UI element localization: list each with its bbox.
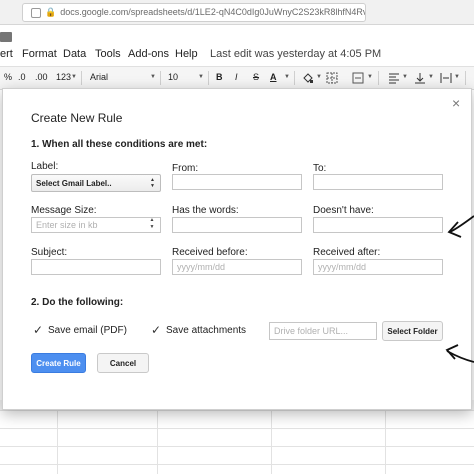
drive-folder-url-input[interactable] bbox=[269, 322, 377, 340]
received-before-label: Received before: bbox=[172, 247, 248, 258]
actions-heading: 2. Do the following: bbox=[31, 297, 124, 308]
browser-address-bar: 🔒 docs.google.com/spreadsheets/d/1LE2-qN4… bbox=[0, 0, 474, 25]
chevron-down-icon: ▼ bbox=[428, 74, 434, 80]
chevron-down-icon: ▼ bbox=[284, 74, 290, 80]
grid-line bbox=[57, 400, 58, 474]
font-family-select[interactable]: Arial bbox=[90, 72, 108, 82]
grid-line bbox=[271, 400, 272, 474]
align-left-icon[interactable] bbox=[388, 72, 400, 84]
menu-tools[interactable]: Tools bbox=[95, 48, 121, 60]
italic-button[interactable]: I bbox=[235, 72, 238, 82]
create-rule-button[interactable]: Create Rule bbox=[31, 353, 86, 373]
font-size-select[interactable]: 10 bbox=[168, 72, 178, 82]
lock-icon: 🔒 bbox=[45, 7, 57, 17]
save-email-checkbox[interactable]: ✓ bbox=[33, 323, 43, 337]
received-after-input[interactable] bbox=[313, 259, 443, 275]
last-edit-status[interactable]: Last edit was yesterday at 4:05 PM bbox=[210, 48, 381, 60]
toolbar-divider bbox=[81, 71, 82, 85]
grid-line bbox=[0, 464, 474, 465]
has-words-label: Has the words: bbox=[172, 205, 239, 216]
doesnt-have-input[interactable] bbox=[313, 217, 443, 233]
toolbar-divider bbox=[160, 71, 161, 85]
message-size-input[interactable] bbox=[31, 217, 161, 233]
select-arrows-icon: ▲ ▼ bbox=[150, 177, 155, 189]
chevron-down-icon: ▼ bbox=[150, 74, 156, 80]
chevron-down-icon: ▼ bbox=[198, 74, 204, 80]
toolbar-divider bbox=[294, 71, 295, 85]
vertical-align-icon[interactable] bbox=[414, 72, 426, 84]
subject-input[interactable] bbox=[31, 259, 161, 275]
percent-format-button[interactable]: % bbox=[4, 72, 12, 82]
from-field-label: From: bbox=[172, 163, 199, 174]
menu-data[interactable]: Data bbox=[63, 48, 86, 60]
to-field-label: To: bbox=[313, 163, 327, 174]
url-text: docs.google.com/spreadsheets/d/1LE2-qN4C… bbox=[60, 7, 366, 17]
grid-line bbox=[157, 400, 158, 474]
increase-decimal-button[interactable]: .00 bbox=[35, 72, 48, 82]
has-words-input[interactable] bbox=[172, 217, 302, 233]
borders-icon[interactable] bbox=[326, 72, 338, 84]
toolbar-divider bbox=[465, 71, 466, 85]
save-email-label: Save email (PDF) bbox=[48, 325, 127, 336]
chevron-down-icon: ▼ bbox=[367, 74, 373, 80]
chevron-down-icon: ▼ bbox=[71, 74, 77, 80]
from-input[interactable] bbox=[172, 174, 302, 190]
save-attachments-checkbox[interactable]: ✓ bbox=[151, 323, 161, 337]
toolbar-divider bbox=[208, 71, 209, 85]
text-color-button[interactable]: A bbox=[270, 72, 277, 82]
text-wrap-icon[interactable] bbox=[440, 72, 452, 84]
subject-label: Subject: bbox=[31, 247, 68, 258]
close-icon[interactable]: × bbox=[452, 96, 460, 110]
received-after-label: Received after: bbox=[313, 247, 381, 258]
size-stepper-icon[interactable]: ▲ ▼ bbox=[148, 217, 156, 233]
menu-bar: ert Format Data Tools Add-ons Help Last … bbox=[0, 46, 474, 66]
bold-button[interactable]: B bbox=[216, 72, 223, 82]
fill-color-icon[interactable] bbox=[302, 72, 314, 84]
conditions-heading: 1. When all these conditions are met: bbox=[31, 139, 208, 150]
gmail-label-select[interactable]: Select Gmail Label.. ▲ ▼ bbox=[31, 174, 161, 192]
menu-format[interactable]: Format bbox=[22, 48, 57, 60]
toolbar-divider bbox=[378, 71, 379, 85]
chevron-down-icon: ▼ bbox=[454, 74, 460, 80]
cancel-button[interactable]: Cancel bbox=[97, 353, 149, 373]
doesnt-have-label: Doesn't have: bbox=[313, 205, 374, 216]
chevron-down-icon: ▼ bbox=[402, 74, 408, 80]
strikethrough-button[interactable]: S bbox=[253, 72, 259, 82]
select-folder-button[interactable]: Select Folder bbox=[382, 321, 443, 341]
more-formats-button[interactable]: 123 bbox=[56, 72, 71, 82]
drive-folder-icon[interactable] bbox=[0, 32, 12, 42]
annotation-arrow-icon bbox=[447, 215, 474, 238]
decrease-decimal-button[interactable]: .0 bbox=[18, 72, 26, 82]
label-field-label: Label: bbox=[31, 161, 59, 172]
to-input[interactable] bbox=[313, 174, 443, 190]
gmail-label-value: Select Gmail Label.. bbox=[36, 179, 112, 188]
annotation-arrow-icon bbox=[445, 344, 474, 363]
spreadsheet-grid[interactable] bbox=[0, 400, 474, 474]
menu-addons[interactable]: Add-ons bbox=[128, 48, 169, 60]
menu-insert[interactable]: ert bbox=[0, 48, 13, 60]
grid-line bbox=[0, 410, 474, 411]
grid-line bbox=[0, 428, 474, 429]
merge-cells-icon[interactable] bbox=[352, 72, 364, 84]
grid-line bbox=[0, 446, 474, 447]
chevron-down-icon: ▼ bbox=[316, 74, 322, 80]
menu-help[interactable]: Help bbox=[175, 48, 198, 60]
grid-line bbox=[385, 400, 386, 474]
dialog-title: Create New Rule bbox=[31, 111, 123, 125]
save-attachments-label: Save attachments bbox=[166, 325, 247, 336]
message-size-label: Message Size: bbox=[31, 205, 97, 216]
page-info-icon[interactable] bbox=[31, 8, 41, 18]
url-field[interactable]: 🔒 docs.google.com/spreadsheets/d/1LE2-qN4… bbox=[22, 3, 366, 22]
received-before-input[interactable] bbox=[172, 259, 302, 275]
formatting-toolbar: % .0 .00 123 ▼ Arial ▼ 10 ▼ B I S A ▼ ▼ … bbox=[0, 66, 474, 90]
